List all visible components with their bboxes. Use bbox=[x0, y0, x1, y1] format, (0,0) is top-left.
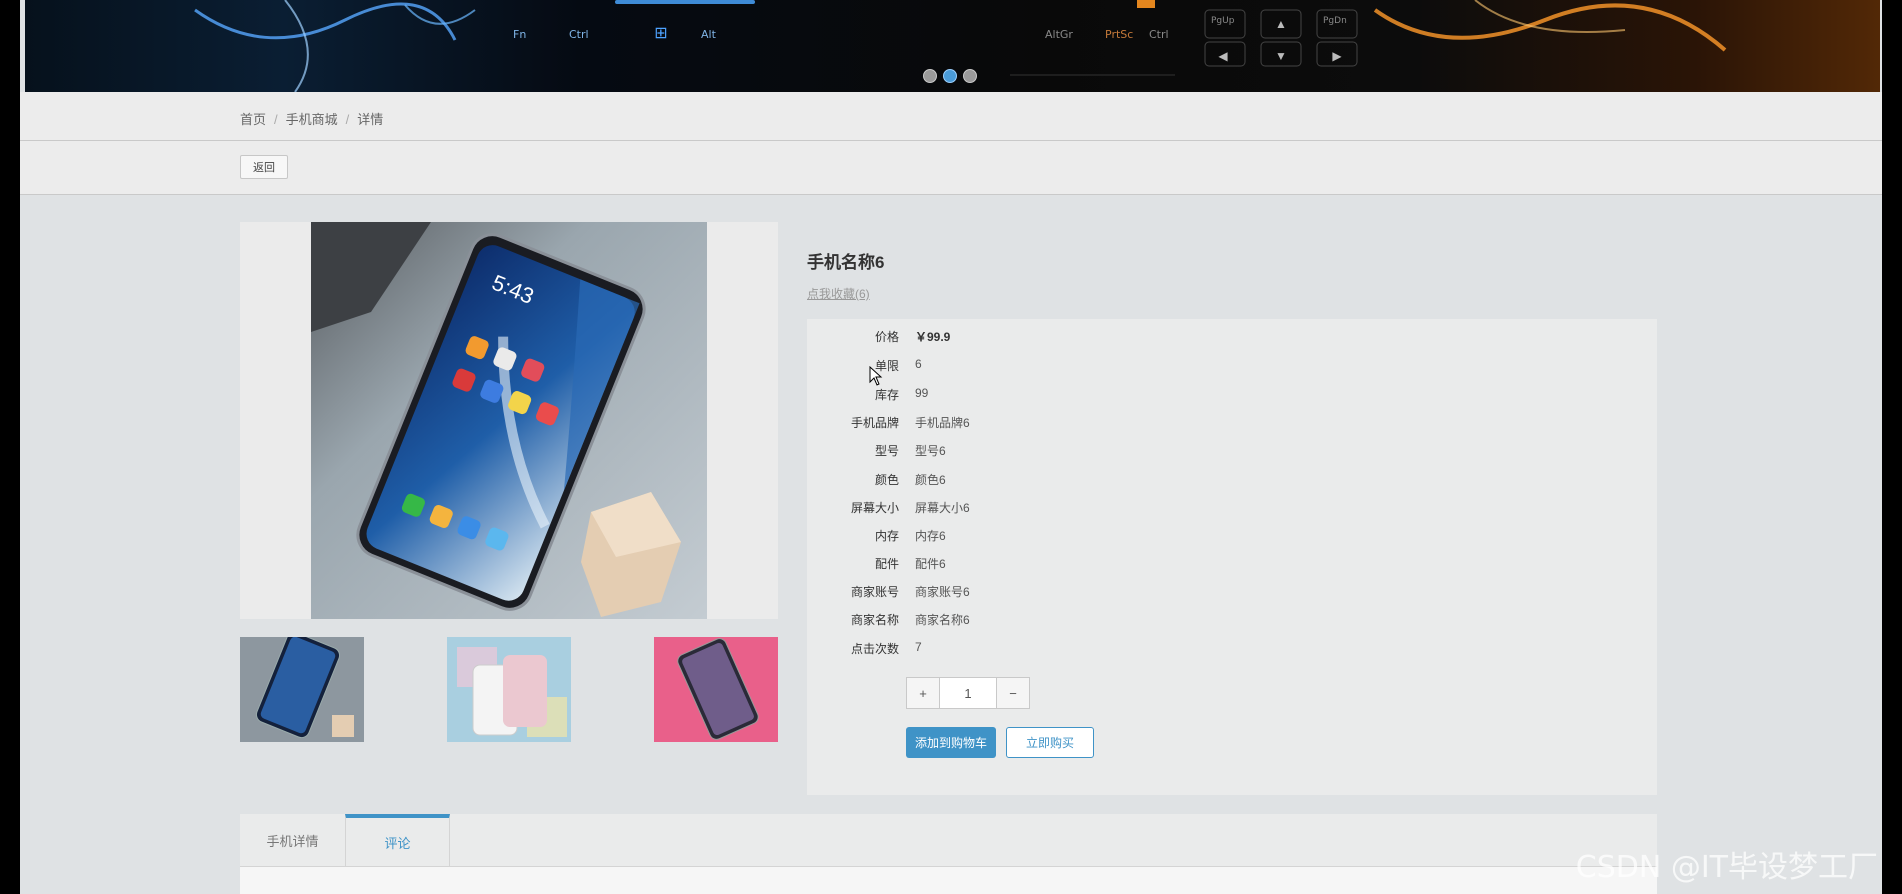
product-info-panel: 价格 ￥99.9 单限 6 库存 99 手机品牌 手机品牌6 型号 型号6 颜色 颜色6 屏… bbox=[807, 319, 1657, 795]
attr-label: 屏幕大小 bbox=[850, 501, 899, 515]
tab-content bbox=[240, 867, 1657, 894]
attr-value: 型号6 bbox=[915, 444, 946, 458]
thumbnail-1[interactable] bbox=[240, 637, 364, 742]
svg-text:▼: ▼ bbox=[1275, 49, 1287, 63]
back-bar: 返回 bbox=[20, 141, 1882, 195]
detail-tabs: 手机详情 评论 bbox=[240, 814, 1657, 894]
phone-photo: 5:43 bbox=[311, 222, 707, 619]
phone-illustration: 5:43 bbox=[311, 222, 707, 619]
carousel-dot-active[interactable] bbox=[943, 69, 957, 83]
banner-carousel[interactable]: ◀ ▼ ▶ ▲ ⊞ Fn Ctrl Alt AltGr PrtSc Ctrl P… bbox=[25, 0, 1880, 92]
attr-row-model: 型号 型号6 bbox=[807, 442, 1607, 462]
attr-value: 颜色6 bbox=[915, 473, 946, 487]
attr-row-memory: 内存 内存6 bbox=[807, 527, 1607, 547]
carousel-indicators bbox=[923, 69, 977, 83]
attr-value: 手机品牌6 bbox=[915, 416, 970, 430]
page: ◀ ▼ ▶ ▲ ⊞ Fn Ctrl Alt AltGr PrtSc Ctrl P… bbox=[20, 0, 1882, 894]
attr-label: 商家名称 bbox=[850, 613, 899, 627]
svg-text:◀: ◀ bbox=[1218, 49, 1228, 63]
attr-value: 6 bbox=[915, 357, 922, 371]
thumbnail-2[interactable] bbox=[447, 637, 571, 742]
add-to-cart-button[interactable]: 添加到购物车 bbox=[906, 727, 996, 758]
attr-row-limit: 单限 6 bbox=[807, 357, 1607, 377]
attr-value: 7 bbox=[915, 640, 922, 654]
attr-value: 商家名称6 bbox=[915, 613, 970, 627]
attr-label: 库存 bbox=[874, 388, 899, 402]
attr-label: 价格 bbox=[874, 330, 899, 344]
breadcrumb: 首页 / 手机商城 / 详情 bbox=[240, 109, 383, 128]
thumbnail-3[interactable] bbox=[654, 637, 778, 742]
breadcrumb-separator: / bbox=[274, 112, 278, 127]
banner-key: AltGr bbox=[1045, 28, 1073, 41]
attr-value: 内存6 bbox=[915, 529, 946, 543]
banner-key: Ctrl bbox=[569, 28, 589, 41]
breadcrumb-home[interactable]: 首页 bbox=[240, 112, 266, 127]
svg-text:▲: ▲ bbox=[1275, 17, 1287, 31]
banner-key: Fn bbox=[513, 28, 527, 41]
attr-row-merchant-name: 商家名称 商家名称6 bbox=[807, 611, 1607, 631]
thumbnail-image bbox=[240, 637, 364, 742]
product-name: 手机名称6 bbox=[807, 253, 885, 272]
attr-row-clicks: 点击次数 7 bbox=[807, 640, 1607, 660]
attr-value: ￥99.9 bbox=[915, 330, 951, 344]
attr-row-accessory: 配件 配件6 bbox=[807, 555, 1607, 575]
quantity-stepper: + 1 − bbox=[906, 677, 1030, 709]
decrement-button[interactable]: − bbox=[997, 678, 1029, 708]
quantity-input[interactable]: 1 bbox=[939, 678, 997, 708]
product-main-image: 5:43 bbox=[240, 222, 778, 619]
back-button[interactable]: 返回 bbox=[240, 155, 288, 179]
thumbnail-image bbox=[447, 637, 571, 742]
attr-row-brand: 手机品牌 手机品牌6 bbox=[807, 414, 1607, 434]
carousel-dot[interactable] bbox=[923, 69, 937, 83]
tab-details[interactable]: 手机详情 bbox=[240, 814, 345, 866]
attr-value: 屏幕大小6 bbox=[915, 501, 970, 515]
attr-row-screen: 屏幕大小 屏幕大小6 bbox=[807, 499, 1607, 519]
attr-value: 商家账号6 bbox=[915, 585, 970, 599]
attr-label: 点击次数 bbox=[850, 642, 899, 656]
thumbnail-image bbox=[654, 637, 778, 742]
increment-button[interactable]: + bbox=[907, 678, 939, 708]
breadcrumb-bar: 首页 / 手机商城 / 详情 bbox=[20, 92, 1882, 141]
buy-now-button[interactable]: 立即购买 bbox=[1006, 727, 1094, 758]
attr-label: 配件 bbox=[874, 557, 899, 571]
banner-key: Alt bbox=[701, 28, 716, 41]
attr-label: 商家账号 bbox=[850, 585, 899, 599]
favorite-link[interactable]: 点我收藏(6) bbox=[807, 285, 870, 302]
banner-key: PgUp bbox=[1211, 16, 1235, 26]
carousel-dot[interactable] bbox=[963, 69, 977, 83]
attr-row-merchant-account: 商家账号 商家账号6 bbox=[807, 583, 1607, 603]
svg-text:▶: ▶ bbox=[1332, 49, 1342, 63]
breadcrumb-separator: / bbox=[345, 112, 350, 127]
attr-row-color: 颜色 颜色6 bbox=[807, 471, 1607, 491]
tab-comments[interactable]: 评论 bbox=[345, 814, 450, 866]
attr-value: 配件6 bbox=[915, 557, 946, 571]
attr-row-stock: 库存 99 bbox=[807, 386, 1607, 406]
breadcrumb-shop[interactable]: 手机商城 bbox=[286, 112, 338, 127]
attr-label: 颜色 bbox=[874, 473, 899, 487]
attr-value: 99 bbox=[915, 386, 929, 400]
banner-key: Ctrl bbox=[1149, 28, 1169, 41]
attr-label: 手机品牌 bbox=[850, 416, 899, 430]
attr-row-price: 价格 ￥99.9 bbox=[807, 328, 1607, 348]
banner-key: PgDn bbox=[1323, 16, 1347, 26]
watermark: CSDN @IT毕设梦工厂 bbox=[1575, 850, 1878, 885]
attr-label: 型号 bbox=[874, 444, 899, 458]
attr-label: 内存 bbox=[874, 529, 899, 543]
svg-text:⊞: ⊞ bbox=[654, 25, 667, 42]
mouse-cursor-icon bbox=[869, 366, 883, 386]
banner-key: PrtSc bbox=[1105, 28, 1134, 41]
breadcrumb-current: 详情 bbox=[357, 112, 384, 127]
